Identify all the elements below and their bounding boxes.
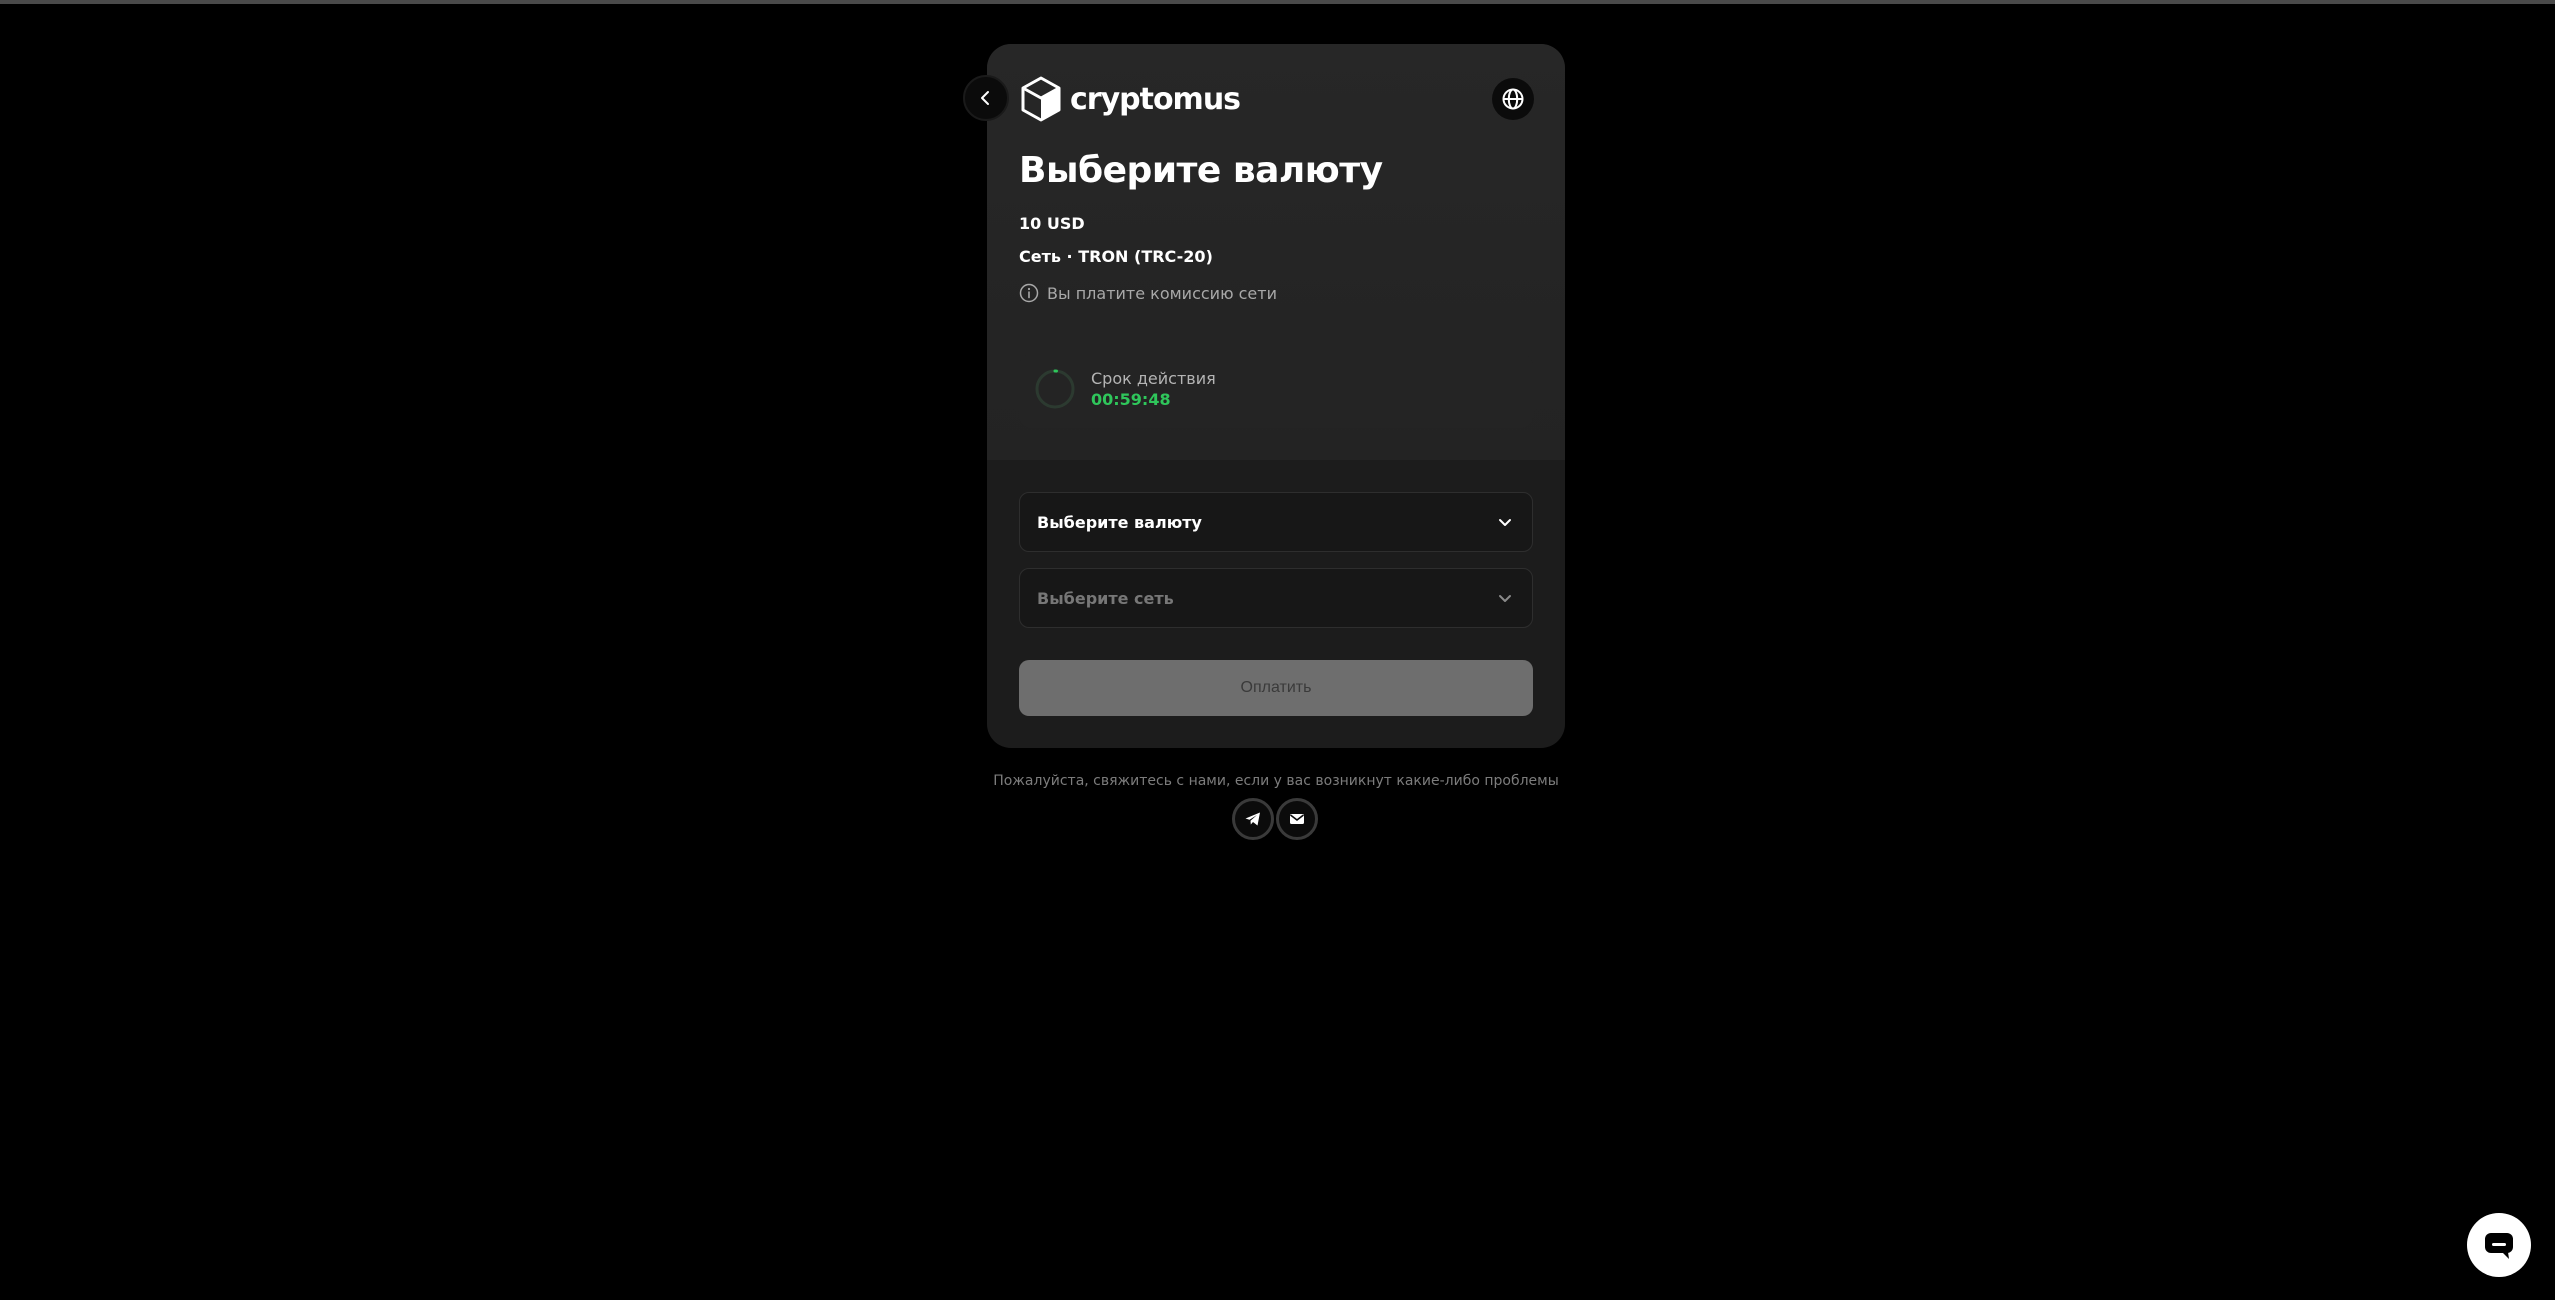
payment-amount: 10 USD — [1019, 214, 1085, 233]
email-contact-button[interactable] — [1276, 798, 1318, 840]
pay-button[interactable]: Оплатить — [1019, 660, 1533, 716]
expiry-label: Срок действия — [1091, 369, 1216, 388]
brand-name: cryptomus — [1070, 81, 1241, 117]
back-button[interactable] — [963, 75, 1009, 121]
currency-select-label: Выберите валюту — [1037, 512, 1202, 532]
support-help-text: Пожалуйста, свяжитесь с нами, если у вас… — [993, 773, 1559, 789]
expiry-countdown: 00:59:48 — [1091, 390, 1171, 409]
browser-top-edge — [0, 0, 2555, 4]
network-select-label: Выберите сеть — [1037, 588, 1174, 608]
email-icon — [1288, 810, 1306, 828]
telegram-contact-button[interactable] — [1232, 798, 1274, 840]
brand-logo: cryptomus — [1020, 74, 1241, 124]
network-fee-note: Вы платите комиссию сети — [1019, 283, 1277, 303]
payment-network: Сеть · TRON (TRC-20) — [1019, 247, 1213, 266]
chat-bubble-icon — [2482, 1228, 2516, 1262]
fee-note-text: Вы платите комиссию сети — [1047, 283, 1277, 303]
cube-logo-icon — [1020, 76, 1062, 122]
chevron-down-icon — [1496, 513, 1514, 531]
currency-select[interactable]: Выберите валюту — [1019, 492, 1533, 552]
info-icon — [1019, 283, 1039, 303]
globe-icon — [1501, 87, 1525, 111]
chevron-left-icon — [977, 89, 995, 107]
chat-widget-button[interactable] — [2467, 1213, 2531, 1277]
page-title: Выберите валюту — [1019, 150, 1383, 191]
language-button[interactable] — [1492, 78, 1534, 120]
telegram-icon — [1244, 810, 1262, 828]
chevron-down-icon — [1496, 589, 1514, 607]
timer-ring-icon — [1034, 368, 1076, 410]
network-select[interactable]: Выберите сеть — [1019, 568, 1533, 628]
